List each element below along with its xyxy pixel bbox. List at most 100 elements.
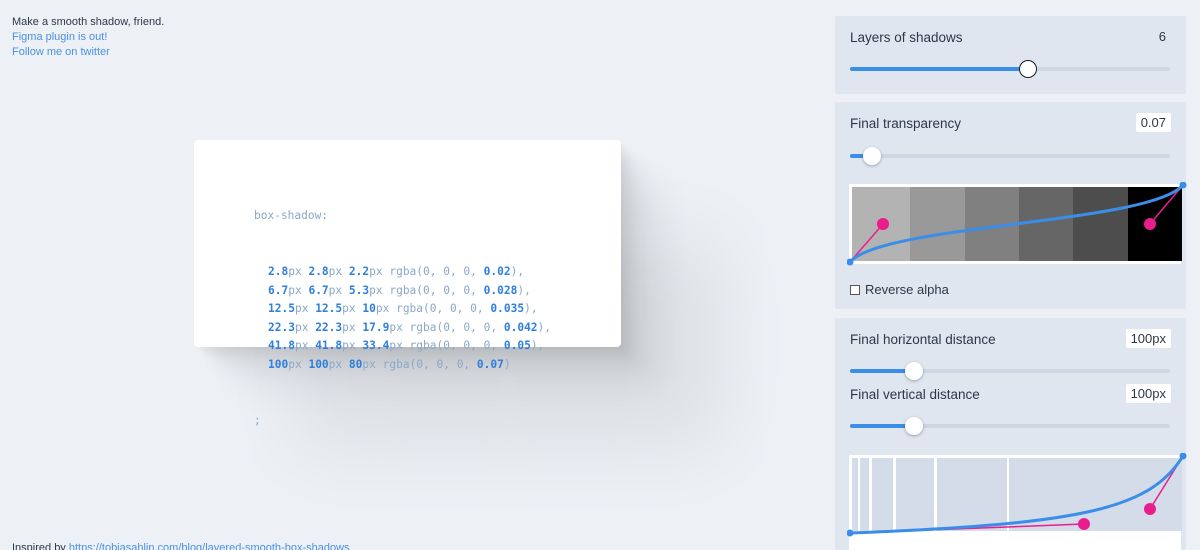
code-token: rgba(0, 0, 0, <box>402 339 504 353</box>
code-token: px <box>342 339 356 353</box>
distance-swatch <box>860 458 869 531</box>
code-token: px <box>288 264 302 278</box>
code-token: px <box>294 339 309 353</box>
headline: Make a smooth shadow, friend. <box>12 16 165 28</box>
code-value: 100 <box>308 357 329 371</box>
code-token: px <box>294 302 309 316</box>
code-token: px <box>328 283 343 297</box>
vertical-value[interactable]: 100px <box>1125 384 1171 403</box>
code-value: 41.8 <box>315 339 343 353</box>
distance-panel: Final horizontal distance 100px Final ve… <box>835 318 1187 550</box>
code-value: 5.3 <box>348 283 370 297</box>
code-token: rgba(0, 0, 0, <box>382 283 484 297</box>
code-token: ), <box>537 320 552 334</box>
code-value: 0.042 <box>503 320 538 334</box>
code-rows: 2.8px 2.8px 2.2px rgba(0, 0, 0, 0.02), 6.… <box>254 263 551 375</box>
code-token: rgba(0, 0, 0, <box>402 320 504 334</box>
code-token: px <box>328 264 343 278</box>
code-token: px <box>342 302 356 316</box>
distance-curve-editor[interactable] <box>847 453 1187 550</box>
distance-handle-end[interactable] <box>1144 503 1156 515</box>
code-value: 22.3 <box>315 320 343 334</box>
figma-plugin-link[interactable]: Figma plugin is out! <box>12 30 164 45</box>
code-token: px <box>375 302 390 316</box>
transparency-slider[interactable] <box>850 147 1170 165</box>
shadow-preview-card: box-shadow: 2.8px 2.8px 2.2px rgba(0, 0,… <box>194 140 621 427</box>
code-value: 41.8 <box>268 339 295 353</box>
code-token: px <box>288 283 302 297</box>
code-value: 6.7 <box>268 283 289 297</box>
code-value: 2.8 <box>268 264 289 278</box>
inspiration-link[interactable]: https://tobiasahlin.com/blog/layered-smo… <box>69 542 350 550</box>
transparency-slider-thumb[interactable] <box>863 147 882 165</box>
layers-value[interactable]: 6 <box>1154 27 1171 46</box>
twitter-link[interactable]: Follow me on twitter <box>12 45 164 60</box>
layers-panel: Layers of shadows 6 <box>835 16 1186 94</box>
distance-swatch <box>852 458 858 531</box>
code-token: rgba(0, 0, 0, <box>389 302 491 316</box>
reverse-alpha-checkbox[interactable] <box>850 284 860 295</box>
vertical-label: Final vertical distance <box>850 387 980 402</box>
transparency-value[interactable]: 0.07 <box>1135 113 1171 132</box>
code-token: ), <box>510 264 525 278</box>
horizontal-slider-thumb[interactable] <box>905 362 923 380</box>
transparency-label: Final transparency <box>850 116 962 131</box>
code-token: px <box>294 320 309 334</box>
code-shadow-line: 2.8px 2.8px 2.2px rgba(0, 0, 0, 0.02), <box>254 263 551 282</box>
code-value: 33.4 <box>362 339 390 353</box>
alpha-curve-editor[interactable] <box>847 182 1187 272</box>
code-token: px <box>369 264 383 278</box>
code-value: 2.2 <box>348 264 370 278</box>
code-token: px <box>389 320 403 334</box>
horizontal-value[interactable]: 100px <box>1125 329 1171 348</box>
code-value: 10 <box>362 302 376 316</box>
layers-slider[interactable] <box>850 60 1170 78</box>
code-value: 12.5 <box>315 302 343 316</box>
code-value: 6.7 <box>308 283 329 297</box>
vertical-slider-thumb[interactable] <box>905 417 923 435</box>
footer-prefix: Inspired by <box>12 542 69 550</box>
code-value: 0.07 <box>476 357 504 371</box>
code-token: px <box>342 320 356 334</box>
code-value: 0.05 <box>503 339 531 353</box>
code-value: 17.9 <box>362 320 390 334</box>
distance-handle-start[interactable] <box>1078 518 1090 530</box>
code-token: rgba(0, 0, 0, <box>382 264 484 278</box>
css-code-block: box-shadow: 2.8px 2.8px 2.2px rgba(0, 0,… <box>254 170 551 468</box>
code-token: px <box>369 283 383 297</box>
code-token: px <box>328 357 343 371</box>
code-shadow-line: 12.5px 12.5px 10px rgba(0, 0, 0, 0.035), <box>254 300 551 319</box>
intro: Make a smooth shadow, friend. Figma plug… <box>12 15 164 60</box>
alpha-handle-end[interactable] <box>1144 218 1156 230</box>
code-token: px <box>389 339 403 353</box>
vertical-slider[interactable] <box>850 417 1170 435</box>
transparency-panel: Final transparency 0.07 Reverse alpha <box>835 102 1187 309</box>
code-value: 0.028 <box>483 283 518 297</box>
distance-swatch <box>937 458 1007 531</box>
code-value: 0.035 <box>490 302 525 316</box>
layers-slider-thumb[interactable] <box>1019 60 1038 78</box>
code-token: ), <box>524 302 538 316</box>
horizontal-slider[interactable] <box>850 362 1170 380</box>
code-value: 2.8 <box>308 264 329 278</box>
code-shadow-line: 100px 100px 80px rgba(0, 0, 0, 0.07) <box>254 356 551 375</box>
code-value: 22.3 <box>268 320 295 334</box>
code-value: 12.5 <box>268 302 295 316</box>
code-token: rgba(0, 0, 0, <box>375 357 477 371</box>
reverse-alpha-row[interactable]: Reverse alpha <box>850 282 949 297</box>
code-token: px <box>288 357 302 371</box>
code-token: ) <box>503 357 511 371</box>
layers-slider-fill <box>850 67 1029 71</box>
code-value: 0.02 <box>483 264 511 278</box>
alpha-swatch <box>1073 187 1128 261</box>
code-value: 100 <box>268 357 289 371</box>
alpha-handle-start[interactable] <box>877 218 889 230</box>
code-shadow-line: 6.7px 6.7px 5.3px rgba(0, 0, 0, 0.028), <box>254 282 551 301</box>
footer-credit: Inspired by https://tobiasahlin.com/blog… <box>12 542 350 550</box>
code-token: ), <box>517 283 531 297</box>
distance-swatch <box>896 458 934 531</box>
code-value: 80 <box>348 357 363 371</box>
